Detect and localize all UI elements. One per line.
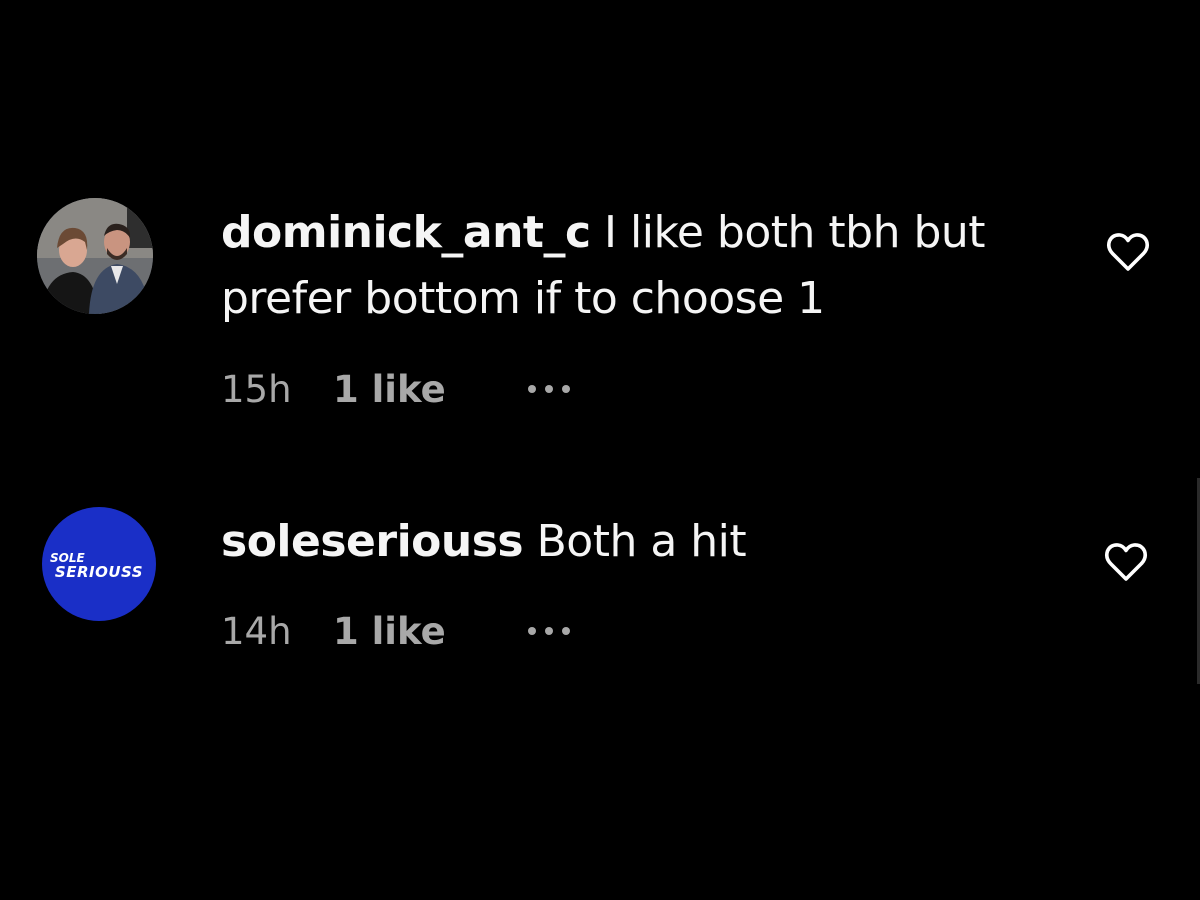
comment-username[interactable]: dominick_ant_c bbox=[221, 207, 591, 258]
avatar[interactable] bbox=[37, 198, 153, 314]
more-options-icon[interactable] bbox=[527, 611, 570, 651]
more-options-icon[interactable] bbox=[527, 369, 570, 409]
avatar-logo-line2: SERIOUSS bbox=[54, 563, 144, 581]
comment-username[interactable]: soleseriouss bbox=[221, 516, 524, 567]
avatar[interactable]: SOLE SERIOUSS bbox=[42, 507, 156, 621]
comment-likes[interactable]: 1 like bbox=[333, 368, 446, 411]
comment-meta: 15h 1 like bbox=[221, 366, 570, 412]
comment-meta: 14h 1 like bbox=[221, 608, 570, 654]
comment-body: dominick_ant_c I like both tbh but prefe… bbox=[221, 200, 1041, 332]
comment-text: Both a hit bbox=[536, 516, 747, 567]
comment-time: 15h bbox=[221, 367, 292, 411]
comment-time: 14h bbox=[221, 609, 292, 653]
comment-likes[interactable]: 1 like bbox=[333, 610, 446, 653]
user-photo-icon bbox=[37, 198, 153, 314]
heart-icon[interactable] bbox=[1104, 228, 1152, 276]
heart-icon[interactable] bbox=[1102, 538, 1150, 586]
comment-body: soleseriouss Both a hit bbox=[221, 509, 1041, 575]
